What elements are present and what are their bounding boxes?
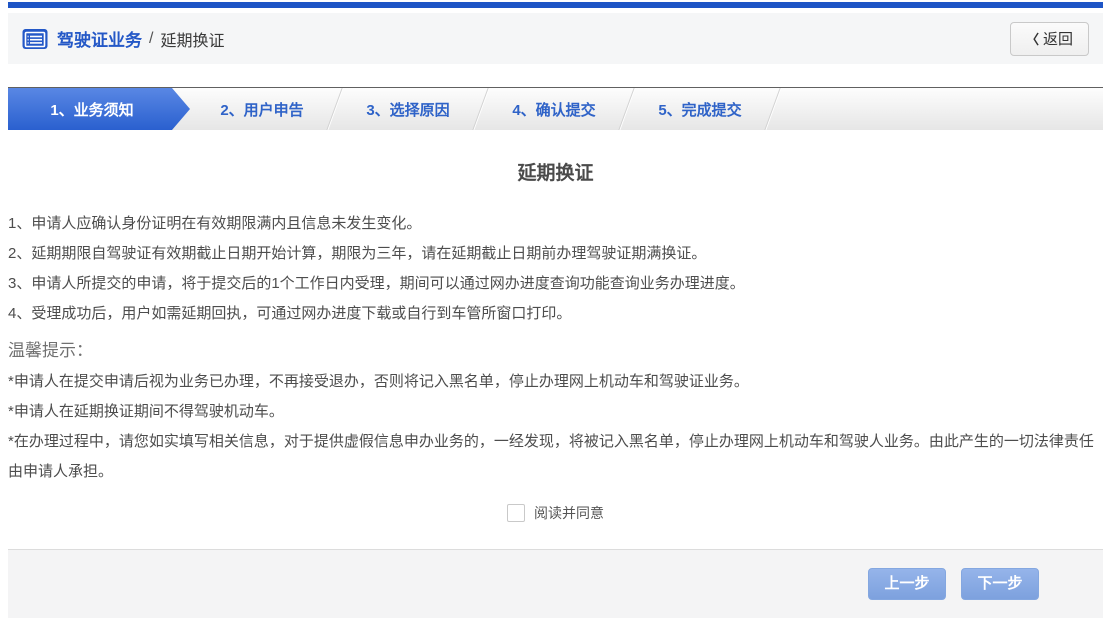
breadcrumb-current: 延期换证 — [160, 27, 224, 51]
step-4-confirm-submit: 4、确认提交 — [482, 88, 626, 130]
previous-step-button[interactable]: 上一步 — [868, 568, 946, 600]
breadcrumb-primary[interactable]: 驾驶证业务 — [57, 26, 142, 51]
notice-line-1: 1、申请人应确认身份证明在有效期限满内且信息未发生变化。 — [8, 209, 1103, 239]
step-4-label: 4、确认提交 — [512, 99, 595, 120]
agree-checkbox[interactable] — [507, 504, 525, 522]
back-button-label: 返回 — [1043, 28, 1073, 49]
footer-action-bar: 上一步 下一步 — [8, 549, 1103, 618]
header: 驾驶证业务 / 延期换证 〈 返回 — [8, 13, 1103, 64]
page-title: 延期换证 — [8, 158, 1103, 185]
main-content: 延期换证 1、申请人应确认身份证明在有效期限满内且信息未发生变化。 2、延期期限… — [8, 130, 1103, 523]
breadcrumb-separator: / — [149, 30, 153, 48]
step-progress-bar: 1、业务须知 2、用户申告 3、选择原因 4、确认提交 5、完成提交 — [8, 87, 1103, 130]
agree-row: 阅读并同意 — [8, 503, 1103, 523]
agree-label[interactable]: 阅读并同意 — [534, 503, 604, 523]
list-icon — [22, 28, 48, 50]
tip-line-3: *在办理过程中，请您如实填写相关信息，对于提供虚假信息申办业务的，一经发现，将被… — [8, 427, 1103, 487]
back-button[interactable]: 〈 返回 — [1010, 22, 1089, 56]
step-bar-filler — [774, 88, 1103, 130]
back-chevron-icon: 〈 — [1026, 29, 1039, 48]
step-3-select-reason: 3、选择原因 — [336, 88, 480, 130]
step-1-label: 1、业务须知 — [50, 99, 133, 120]
tips-heading: 温馨提示： — [8, 335, 1103, 367]
step-1-business-notice: 1、业务须知 — [8, 88, 190, 130]
step-5-label: 5、完成提交 — [658, 99, 741, 120]
notice-line-4: 4、受理成功后，用户如需延期回执，可通过网办进度下载或自行到车管所窗口打印。 — [8, 299, 1103, 329]
notice-line-2: 2、延期期限自驾驶证有效期截止日期开始计算，期限为三年，请在延期截止日期前办理驾… — [8, 239, 1103, 269]
step-2-user-declaration: 2、用户申告 — [190, 88, 334, 130]
step-3-label: 3、选择原因 — [366, 99, 449, 120]
top-accent-bar — [8, 2, 1103, 8]
tip-line-2: *申请人在延期换证期间不得驾驶机动车。 — [8, 397, 1103, 427]
step-5-complete-submit: 5、完成提交 — [628, 88, 772, 130]
step-2-label: 2、用户申告 — [220, 99, 303, 120]
next-step-button[interactable]: 下一步 — [961, 568, 1039, 600]
page: 驾驶证业务 / 延期换证 〈 返回 1、业务须知 2、用户申告 3、选择原因 4… — [0, 0, 1111, 618]
notice-line-3: 3、申请人所提交的申请，将于提交后的1个工作日内受理，期间可以通过网办进度查询功… — [8, 269, 1103, 299]
tip-line-1: *申请人在提交申请后视为业务已办理，不再接受退办，否则将记入黑名单，停止办理网上… — [8, 367, 1103, 397]
